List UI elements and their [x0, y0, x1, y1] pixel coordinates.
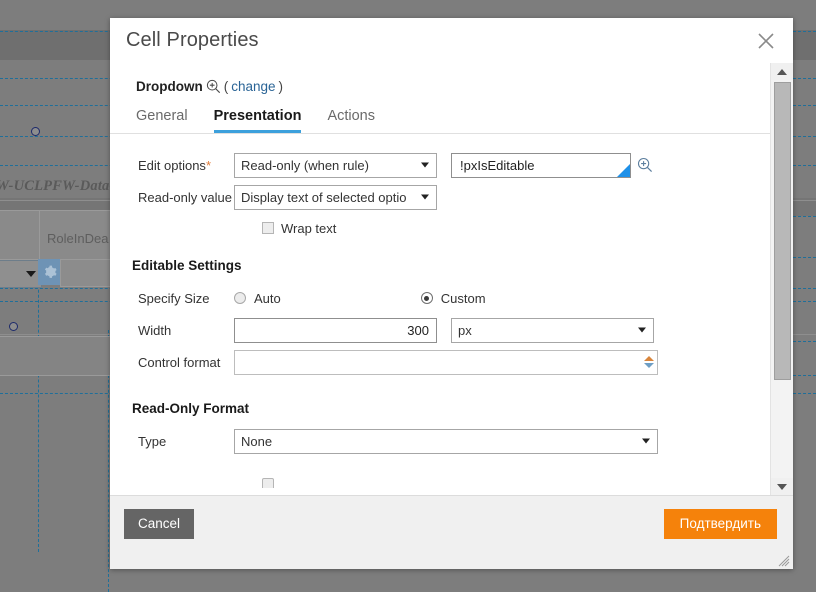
tab-bar: General Presentation Actions [110, 101, 771, 133]
page-title: Cell Properties [126, 29, 259, 51]
read-only-value-value: Display text of selected optio [241, 189, 407, 205]
tab-actions[interactable]: Actions [327, 108, 375, 134]
modal-vertical-scrollbar[interactable] [770, 63, 793, 495]
specify-size-option-auto[interactable]: Auto [234, 291, 281, 306]
width-unit-value: px [458, 322, 472, 338]
width-value: 300 [407, 322, 429, 338]
read-only-type-row: Type None [110, 426, 771, 456]
object-type-name: Dropdown [136, 78, 203, 94]
open-paren: ( [223, 78, 229, 94]
editable-settings-heading: Editable Settings [132, 258, 242, 273]
wrap-text-row: Wrap text [110, 214, 771, 242]
tab-presentation[interactable]: Presentation [213, 108, 302, 133]
edit-options-rule-value: !pxIsEditable [460, 157, 535, 173]
edit-options-label: Edit options* [110, 158, 234, 173]
width-row: Width 300 px [110, 315, 771, 345]
scroll-thumb[interactable] [774, 82, 791, 380]
scroll-down-icon [777, 483, 787, 490]
chevron-down-icon [421, 162, 429, 168]
clipped-checkbox[interactable] [262, 478, 274, 488]
scroll-up-icon [777, 68, 787, 75]
read-only-format-heading: Read-Only Format [132, 401, 250, 416]
control-format-row: Control format [110, 347, 771, 377]
spinner-down-icon[interactable] [643, 363, 654, 368]
canvas-rule-label: W-UCLPFW-Data-P [0, 178, 124, 194]
radio-custom-label: Custom [440, 290, 486, 306]
radio-auto-label: Auto [254, 290, 281, 306]
chevron-down-icon [421, 194, 429, 200]
clipped-checkbox-row [110, 478, 771, 488]
edit-options-row: Edit options* Read-only (when rule) !pxI… [110, 150, 771, 180]
scroll-down-button[interactable] [771, 478, 793, 495]
chevron-down-icon [638, 327, 646, 333]
read-only-type-select[interactable]: None [234, 428, 658, 454]
wrap-text-label: Wrap text [281, 220, 337, 236]
gear-icon [44, 265, 57, 278]
control-format-label: Control format [138, 354, 221, 370]
close-paren: ) [278, 78, 284, 94]
chevron-down-icon [642, 438, 650, 444]
canvas-cell[interactable] [0, 336, 112, 376]
object-type-row: Dropdown ( change ) [110, 75, 771, 97]
edit-options-label-text: Edit options [138, 157, 206, 173]
read-only-type-label: Type [138, 433, 167, 449]
tab-general[interactable]: General [136, 108, 188, 134]
edit-options-value: Read-only (when rule) [241, 157, 369, 173]
control-format-stepper[interactable] [643, 353, 654, 372]
spinner-up-icon[interactable] [643, 356, 654, 361]
canvas-selection-handle[interactable] [9, 322, 18, 331]
width-input[interactable]: 300 [234, 317, 437, 343]
read-only-type-value: None [241, 433, 273, 449]
width-label: Width [138, 322, 172, 338]
scroll-up-button[interactable] [771, 63, 793, 80]
modal-body: Dropdown ( change ) General Presentation… [110, 63, 793, 495]
confirm-button[interactable]: Подтвердить [663, 509, 777, 539]
read-only-value-label: Read-only value [138, 189, 232, 205]
canvas-cell-label: RoleInDea [47, 231, 109, 246]
required-asterisk: * [205, 157, 211, 173]
radio-custom[interactable] [420, 292, 433, 304]
control-format-input[interactable] [234, 349, 658, 375]
specify-size-row: Specify Size Auto Custom [110, 283, 771, 313]
canvas-gear-cell[interactable] [38, 259, 61, 285]
wrap-text-checkbox[interactable] [262, 222, 274, 234]
canvas-selection-handle[interactable] [31, 127, 40, 136]
presentation-form: Edit options* Read-only (when rule) !pxI… [110, 134, 771, 488]
width-unit-select[interactable]: px [451, 317, 654, 343]
close-icon [758, 32, 774, 49]
specify-size-label: Specify Size [138, 290, 210, 306]
edit-options-select[interactable]: Read-only (when rule) [234, 152, 437, 178]
read-only-value-row: Read-only value Display text of selected… [110, 182, 771, 212]
close-button[interactable] [753, 28, 779, 54]
radio-auto[interactable] [234, 292, 246, 304]
specify-size-option-custom[interactable]: Custom [420, 290, 486, 306]
magnifier-plus-icon[interactable] [206, 79, 221, 94]
edit-options-rule-input[interactable]: !pxIsEditable [451, 152, 631, 178]
chevron-down-icon [26, 271, 36, 277]
modal-header: Cell Properties [110, 18, 793, 63]
read-only-value-select[interactable]: Display text of selected optio [234, 184, 437, 210]
cell-properties-modal: Cell Properties Dropdown ( change) Gene… [110, 18, 793, 569]
modal-scroll-area: Dropdown ( change ) General Presentation… [110, 63, 771, 495]
modal-footer: Cancel Подтвердить [110, 495, 793, 569]
change-link[interactable]: change [231, 79, 275, 94]
rule-magnifier-button[interactable] [637, 157, 653, 173]
resize-grip-icon[interactable] [778, 555, 790, 567]
canvas-cell[interactable] [0, 210, 40, 260]
cancel-button[interactable]: Cancel [124, 509, 195, 539]
rule-corner-marker [617, 163, 630, 177]
canvas-dropdown[interactable] [0, 260, 42, 288]
